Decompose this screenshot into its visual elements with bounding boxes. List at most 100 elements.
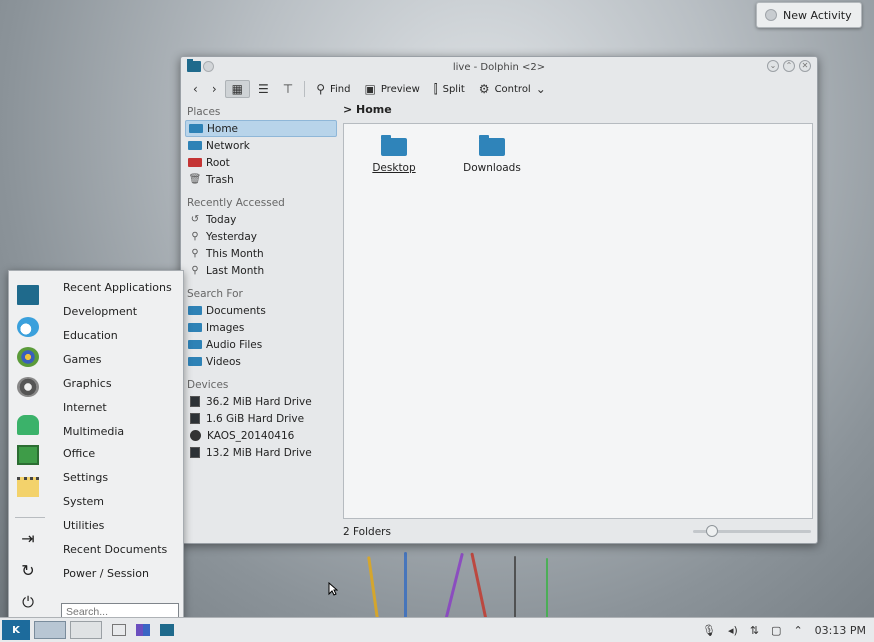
file-view[interactable]: Desktop Downloads bbox=[343, 123, 813, 519]
find-button[interactable]: ⚲ Find bbox=[310, 80, 356, 98]
category-settings[interactable]: Settings bbox=[63, 471, 108, 484]
forward-button[interactable]: › bbox=[206, 80, 223, 98]
new-activity-button[interactable]: New Activity bbox=[756, 2, 862, 28]
file-item-desktop[interactable]: Desktop bbox=[354, 128, 434, 174]
status-bar: 2 Folders bbox=[341, 523, 817, 541]
recent-header: Recently Accessed bbox=[187, 197, 285, 209]
games-favorite-icon[interactable] bbox=[17, 347, 39, 367]
audio-folder-icon bbox=[188, 340, 202, 349]
launcher-separator bbox=[15, 517, 45, 518]
zoom-slider[interactable] bbox=[693, 525, 811, 537]
breadcrumb[interactable]: > Home bbox=[343, 103, 392, 116]
search-item-images[interactable]: Images bbox=[185, 319, 337, 336]
recent-label: Today bbox=[206, 213, 237, 226]
category-internet[interactable]: Internet bbox=[63, 401, 107, 414]
details-view-icon: ☰ bbox=[257, 82, 269, 96]
minimize-icon[interactable]: ⌄ bbox=[767, 60, 779, 72]
ghost-favorite-icon[interactable] bbox=[17, 415, 39, 435]
wallpaper-streak bbox=[404, 552, 407, 618]
places-panel: Places Home Network Root 🗑 Trash Recently… bbox=[185, 103, 337, 543]
places-header: Places bbox=[187, 106, 221, 118]
back-button[interactable]: ‹ bbox=[187, 80, 204, 98]
category-games[interactable]: Games bbox=[63, 353, 101, 366]
folder-icon bbox=[479, 135, 505, 156]
category-power-session[interactable]: Power / Session bbox=[63, 567, 149, 580]
microphone-icon[interactable]: 🎙 bbox=[702, 624, 716, 637]
close-icon[interactable]: ✕ bbox=[799, 60, 811, 72]
settings-favorite-icon[interactable] bbox=[17, 377, 39, 397]
recent-item-last-month[interactable]: ⚲ Last Month bbox=[185, 262, 337, 279]
device-item[interactable]: KAOS_20140416 bbox=[185, 427, 337, 444]
window-titlebar[interactable]: live - Dolphin <2> ⌄ ⌃ ✕ bbox=[181, 57, 817, 77]
recent-label: Yesterday bbox=[206, 230, 257, 243]
activities-icon[interactable] bbox=[136, 624, 150, 636]
recent-item-today[interactable]: ↺ Today bbox=[185, 211, 337, 228]
show-desktop-icon[interactable] bbox=[112, 624, 126, 636]
category-office[interactable]: Office bbox=[63, 447, 95, 460]
category-recent-documents[interactable]: Recent Documents bbox=[63, 543, 167, 556]
desktop-pager-2[interactable] bbox=[70, 621, 102, 639]
system-tray: 🎙 ◂) ⇅ ▢ ⌃ 03:13 PM bbox=[702, 618, 866, 642]
category-graphics[interactable]: Graphics bbox=[63, 377, 112, 390]
weather-favorite-icon[interactable] bbox=[17, 317, 39, 337]
tray-expand-icon[interactable]: ⌃ bbox=[793, 624, 802, 637]
volume-icon[interactable]: ◂) bbox=[728, 624, 738, 637]
maximize-icon[interactable]: ⌃ bbox=[783, 60, 795, 72]
logout-icon[interactable]: ⇥ bbox=[17, 529, 39, 549]
place-item-home[interactable]: Home bbox=[185, 120, 337, 137]
kaos-launcher-button[interactable]: K bbox=[2, 620, 30, 640]
panel-splitter[interactable] bbox=[339, 103, 341, 523]
toolbar: ‹ › ▦ ☰ ⊤ ⚲ Find ▣ Preview ⫿ Split ⚙ Control… bbox=[181, 77, 817, 101]
zoom-slider-handle[interactable] bbox=[706, 525, 718, 537]
place-label: Trash bbox=[206, 173, 234, 186]
place-item-root[interactable]: Root bbox=[185, 154, 337, 171]
preview-icon: ▣ bbox=[364, 82, 376, 96]
search-for-label: Documents bbox=[206, 304, 266, 317]
dolphin-favorite-icon[interactable] bbox=[17, 285, 39, 305]
category-system[interactable]: System bbox=[63, 495, 104, 508]
new-activity-label: New Activity bbox=[783, 8, 852, 22]
place-item-network[interactable]: Network bbox=[185, 137, 337, 154]
window-title: live - Dolphin <2> bbox=[452, 61, 546, 73]
tree-view-button[interactable]: ⊤ bbox=[277, 80, 299, 98]
category-recent-applications[interactable]: Recent Applications bbox=[63, 281, 172, 294]
preview-label: Preview bbox=[380, 83, 420, 95]
hardware-favorite-icon[interactable] bbox=[17, 445, 39, 465]
category-multimedia[interactable]: Multimedia bbox=[63, 425, 124, 438]
recent-item-this-month[interactable]: ⚲ This Month bbox=[185, 245, 337, 262]
clock[interactable]: 03:13 PM bbox=[815, 624, 866, 637]
chevron-down-icon: ⌄ bbox=[535, 82, 546, 96]
category-education[interactable]: Education bbox=[63, 329, 118, 342]
device-item[interactable]: 1.6 GiB Hard Drive bbox=[185, 410, 337, 427]
trash-icon: 🗑 bbox=[188, 174, 202, 185]
search-item-videos[interactable]: Videos bbox=[185, 353, 337, 370]
file-item-downloads[interactable]: Downloads bbox=[452, 128, 532, 174]
split-icon: ⫿ bbox=[433, 81, 438, 96]
power-icon[interactable]: ⏻ bbox=[17, 593, 39, 613]
category-development[interactable]: Development bbox=[63, 305, 137, 318]
recent-item-yesterday[interactable]: ⚲ Yesterday bbox=[185, 228, 337, 245]
restart-icon[interactable]: ↻ bbox=[17, 561, 39, 581]
wallpaper-streak bbox=[546, 558, 548, 618]
split-button[interactable]: ⫿ Split bbox=[428, 80, 471, 98]
wallpaper-streak bbox=[443, 552, 464, 618]
notes-favorite-icon[interactable] bbox=[17, 477, 39, 497]
desktop-pager-1[interactable] bbox=[34, 621, 66, 639]
place-item-trash[interactable]: 🗑 Trash bbox=[185, 171, 337, 188]
search-item-audio[interactable]: Audio Files bbox=[185, 336, 337, 353]
details-view-button[interactable]: ☰ bbox=[252, 80, 275, 98]
device-label: 1.6 GiB Hard Drive bbox=[206, 412, 305, 425]
wallpaper-streak bbox=[514, 556, 516, 618]
device-item[interactable]: 13.2 MiB Hard Drive bbox=[185, 444, 337, 461]
preview-button[interactable]: ▣ Preview bbox=[358, 80, 425, 98]
toolbar-separator bbox=[304, 81, 306, 97]
search-item-documents[interactable]: Documents bbox=[185, 302, 337, 319]
network-icon[interactable]: ⇅ bbox=[750, 624, 759, 637]
clipboard-icon[interactable]: ▢ bbox=[771, 624, 781, 637]
control-button[interactable]: ⚙ Control ⌄ bbox=[473, 80, 552, 98]
wallpaper-streak bbox=[367, 556, 380, 618]
device-item[interactable]: 36.2 MiB Hard Drive bbox=[185, 393, 337, 410]
category-utilities[interactable]: Utilities bbox=[63, 519, 104, 532]
icons-view-button[interactable]: ▦ bbox=[224, 80, 250, 98]
dolphin-task-icon[interactable] bbox=[160, 624, 174, 636]
